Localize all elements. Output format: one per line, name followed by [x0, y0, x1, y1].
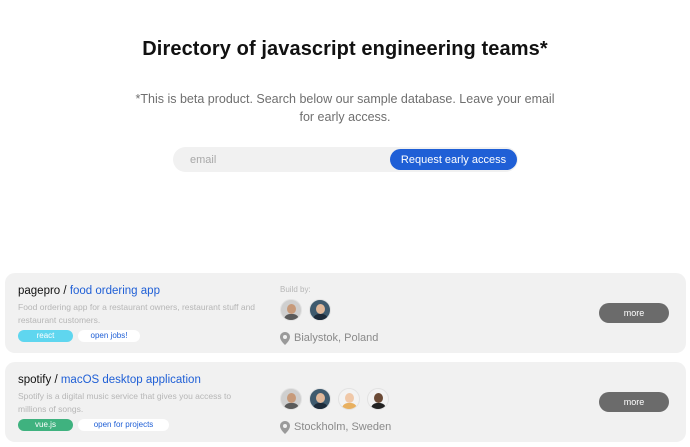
location-text: Bialystok, Poland [294, 332, 379, 344]
avatar-woman-blonde-icon[interactable] [338, 388, 360, 410]
tech-tag[interactable]: react [18, 330, 73, 342]
build-by-label: Build by: [280, 285, 311, 294]
avatar-man-suit-icon[interactable] [309, 299, 331, 321]
more-button[interactable]: more [599, 392, 669, 412]
team-title: pagepro / food ordering app [18, 285, 160, 297]
page-subtitle: *This is beta product. Search below our … [135, 92, 555, 124]
request-access-button[interactable]: Request early access [390, 149, 517, 170]
avatar-man-beard-icon[interactable] [280, 388, 302, 410]
company-name: pagepro [18, 285, 61, 297]
avatar-man-dark-icon[interactable] [367, 388, 389, 410]
team-description: Spotify is a digital music service that … [18, 391, 232, 414]
company-name: spotify [18, 374, 52, 386]
title-separator: / [51, 374, 61, 386]
page-title: Directory of javascript engineering team… [142, 38, 548, 60]
email-input[interactable] [173, 147, 388, 172]
avatar-man-beard-icon[interactable] [280, 299, 302, 321]
team-card: pagepro / food ordering app Food orderin… [5, 273, 686, 353]
project-link[interactable]: food ordering app [70, 285, 160, 297]
team-title: spotify / macOS desktop application [18, 374, 201, 386]
map-pin-icon [280, 332, 290, 345]
avatar-man-suit-icon[interactable] [309, 388, 331, 410]
title-separator: / [60, 285, 70, 297]
map-pin-icon [280, 421, 290, 434]
status-tag[interactable]: open jobs! [78, 330, 140, 342]
tech-tag[interactable]: vue.js [18, 419, 73, 431]
team-card: spotify / macOS desktop application Spot… [5, 362, 686, 442]
more-button[interactable]: more [599, 303, 669, 323]
early-access-form: Request early access [173, 147, 518, 172]
status-tag[interactable]: open for projects [78, 419, 169, 431]
project-link[interactable]: macOS desktop application [61, 374, 201, 386]
team-description: Food ordering app for a restaurant owner… [18, 302, 256, 325]
location-text: Stockholm, Sweden [294, 421, 392, 433]
